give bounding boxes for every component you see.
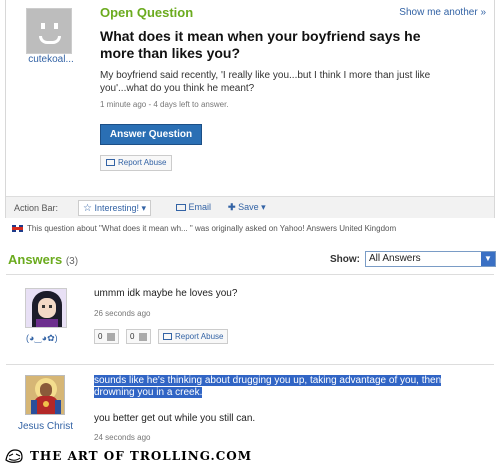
answer-text-selected: sounds like he's thinking about drugging… xyxy=(94,375,446,399)
flag-icon xyxy=(163,333,172,341)
asker-avatar[interactable] xyxy=(26,8,72,54)
interesting-button[interactable]: ☆ Interesting! ▾ xyxy=(78,200,152,216)
avatar-smile-icon xyxy=(39,36,61,44)
answerer-name-link[interactable]: (◕‿◕✿) xyxy=(26,333,58,344)
email-label: Email xyxy=(188,202,212,212)
answer-text: ummm idk maybe he loves you? xyxy=(94,288,238,299)
uk-flag-icon xyxy=(12,225,23,233)
star-icon: ☆ xyxy=(83,203,92,214)
avatar-eye-icon xyxy=(42,305,45,308)
answer-timestamp: 24 seconds ago xyxy=(94,433,151,442)
troll-face-icon xyxy=(5,449,23,463)
avatar-eye-icon xyxy=(41,23,45,29)
divider xyxy=(6,274,494,275)
answerer-avatar[interactable] xyxy=(25,375,65,415)
question-status-label: Open Question xyxy=(100,5,194,20)
action-bar-label: Action Bar: xyxy=(14,203,59,213)
report-abuse-button[interactable]: Report Abuse xyxy=(158,329,229,344)
avatar-eye-icon xyxy=(49,305,52,308)
show-filter-value: All Answers xyxy=(369,253,421,264)
chevron-down-icon[interactable]: ▼ xyxy=(481,252,495,266)
answer-question-button[interactable]: Answer Question xyxy=(100,124,202,145)
answers-title: Answers xyxy=(8,252,63,267)
email-icon xyxy=(176,204,186,212)
thumbs-up-button[interactable]: 0 xyxy=(94,329,119,344)
answers-heading: Answers (3) xyxy=(8,252,78,267)
thumbs-down-count: 0 xyxy=(130,332,135,341)
answer-text: you better get out while you still can. xyxy=(94,413,256,424)
avatar-cloak xyxy=(31,400,37,414)
origin-note: This question about "What does it mean w… xyxy=(12,224,396,233)
divider xyxy=(6,364,494,365)
chevron-down-icon: ▾ xyxy=(141,203,147,213)
chevron-down-icon: ▾ xyxy=(261,202,266,212)
report-abuse-label: Report Abuse xyxy=(118,158,167,167)
save-label: Save xyxy=(238,202,259,212)
action-bar: Action Bar: ☆ Interesting! ▾ Email ✚ Sav… xyxy=(6,196,494,218)
flag-icon xyxy=(106,159,115,167)
asker-name-link[interactable]: cutekoal... xyxy=(14,54,88,65)
save-button[interactable]: ✚ Save ▾ xyxy=(228,200,266,216)
thumbs-up-count: 0 xyxy=(98,332,103,341)
origin-note-text: This question about "What does it mean w… xyxy=(27,224,397,233)
answers-count: (3) xyxy=(65,256,79,267)
answerer-name-link[interactable]: Jesus Christ xyxy=(18,421,73,432)
avatar-shirt xyxy=(36,319,58,327)
avatar-cloak xyxy=(55,400,61,414)
question-meta: 1 minute ago - 4 days left to answer. xyxy=(100,100,229,109)
sacred-heart-icon xyxy=(43,401,49,407)
avatar-eye-icon xyxy=(54,23,58,29)
show-filter-label: Show: xyxy=(330,254,360,265)
selected-text: sounds like he's thinking about drugging… xyxy=(94,375,442,398)
report-abuse-label: Report Abuse xyxy=(175,332,224,341)
thumbs-up-icon xyxy=(106,332,115,341)
report-abuse-button[interactable]: Report Abuse xyxy=(100,155,173,171)
watermark-footer: THE ART OF TROLLING.COM xyxy=(0,447,500,465)
email-button[interactable]: Email xyxy=(176,200,211,216)
question-body: My boyfriend said recently, 'I really li… xyxy=(100,70,431,94)
show-me-another-link[interactable]: Show me another » xyxy=(399,7,486,18)
avatar-head xyxy=(40,383,52,397)
show-filter-select[interactable]: All Answers ▼ xyxy=(365,251,496,267)
answer-timestamp: 26 seconds ago xyxy=(94,309,151,318)
interesting-label: Interesting! xyxy=(94,203,140,213)
plus-icon: ✚ xyxy=(228,202,236,212)
answerer-avatar[interactable] xyxy=(25,288,67,328)
question-title: What does it mean when your boyfriend sa… xyxy=(100,28,421,61)
avatar-face xyxy=(38,298,56,318)
watermark-text: THE ART OF TROLLING.COM xyxy=(30,449,253,463)
thumbs-down-icon xyxy=(138,332,147,341)
question-panel: cutekoal... Open Question Show me anothe… xyxy=(5,0,495,218)
thumbs-down-button[interactable]: 0 xyxy=(126,329,151,344)
